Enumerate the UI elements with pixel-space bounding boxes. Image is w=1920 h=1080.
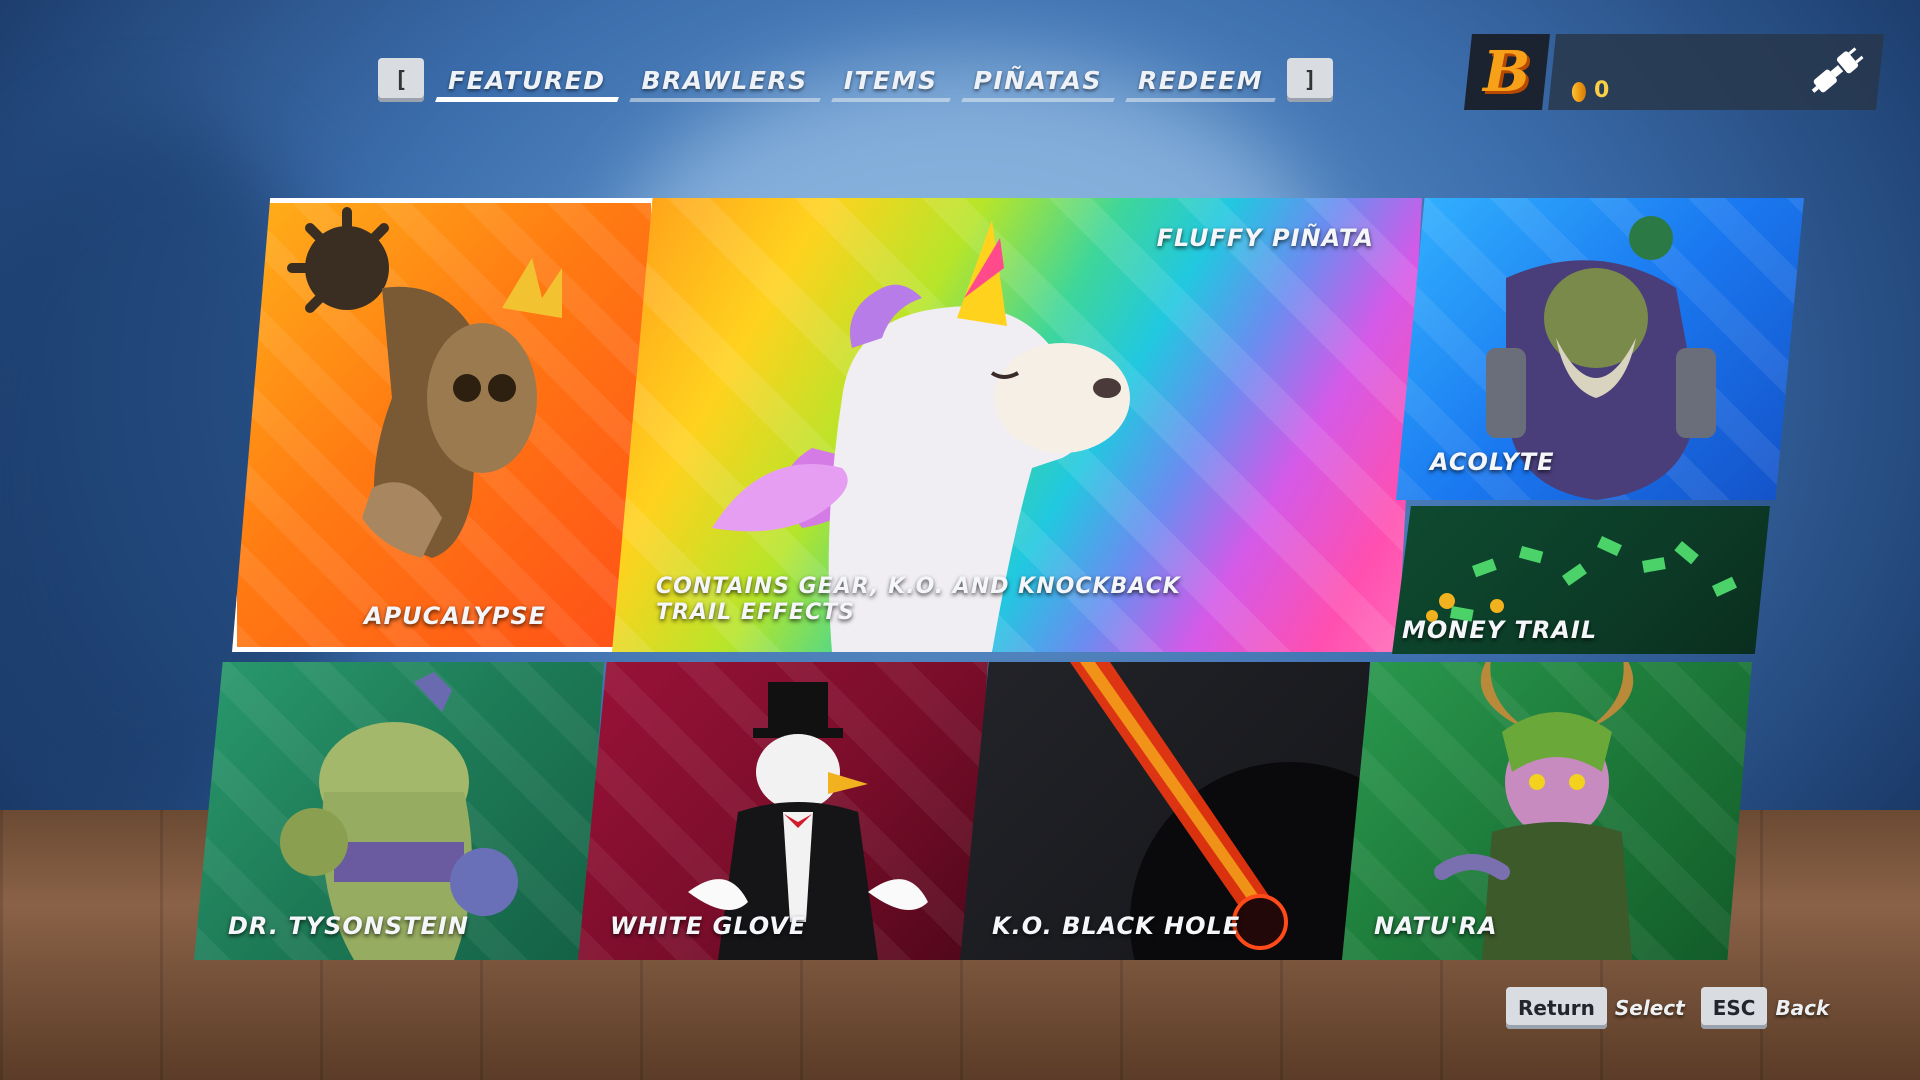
next-tab-button[interactable]: ]	[1287, 58, 1334, 102]
tab-items[interactable]: ITEMS	[826, 58, 956, 102]
plug-icon	[1811, 47, 1864, 93]
pinata-title: FLUFFY PIÑATA	[1156, 224, 1374, 252]
tile-label-apucalypse: APUCALYPSE	[364, 602, 547, 630]
tile-label-money-trail: MONEY TRAIL	[1402, 616, 1598, 644]
pinata-description-line1: CONTAINS GEAR, K.O. AND KNOCKBACK	[656, 574, 1181, 599]
tile-apucalypse[interactable]: APUCALYPSE	[232, 198, 656, 652]
tile-acolyte[interactable]: ACOLYTE	[1396, 198, 1804, 500]
tab-brawlers[interactable]: BRAWLERS	[624, 58, 826, 102]
tile-label-dr-tysonstein: DR. TYSONSTEIN	[228, 912, 469, 940]
tile-money-trail[interactable]: MONEY TRAIL	[1392, 506, 1770, 654]
currency-panel: B 0	[1464, 34, 1884, 110]
tile-label-acolyte: ACOLYTE	[1430, 448, 1555, 476]
tile-dr-tysonstein[interactable]: DR. TYSONSTEIN	[194, 662, 604, 960]
select-hint-label: Select	[1614, 996, 1685, 1020]
store-tab-bar: [ FEATURED BRAWLERS ITEMS PIÑATAS REDEEM…	[378, 58, 1334, 102]
prev-tab-button[interactable]: [	[378, 58, 424, 102]
tile-natura[interactable]: NATU'RA	[1342, 662, 1752, 960]
brawlhalla-b-logo-icon: B	[1483, 39, 1531, 105]
pinata-description-line2: TRAIL EFFECTS	[656, 600, 855, 625]
tile-white-glove[interactable]: WHITE GLOVE	[578, 662, 988, 960]
tab-featured[interactable]: FEATURED	[430, 58, 624, 102]
coin-amount: 0	[1594, 78, 1610, 103]
controls-hint-bar: Return Select ESC Back	[1506, 986, 1837, 1030]
coin-icon	[1571, 82, 1586, 102]
tile-fluffy-pinata[interactable]: FLUFFY PIÑATA CONTAINS GEAR, K.O. AND KN…	[612, 198, 1422, 652]
back-key-button[interactable]: ESC	[1700, 987, 1768, 1029]
brawlhalla-logo-box: B	[1464, 34, 1550, 110]
back-hint-label: Back	[1775, 996, 1830, 1020]
tile-label-white-glove: WHITE GLOVE	[610, 912, 807, 940]
tab-redeem[interactable]: REDEEM	[1120, 58, 1281, 102]
tab-pinatas[interactable]: PIÑATAS	[956, 58, 1120, 102]
tile-label-ko-black-hole: K.O. BLACK HOLE	[992, 912, 1241, 940]
select-key-button[interactable]: Return	[1506, 987, 1607, 1029]
coin-balance-box: 0	[1548, 34, 1884, 110]
tile-label-natura: NATU'RA	[1374, 912, 1498, 940]
tile-ko-black-hole[interactable]: K.O. BLACK HOLE	[960, 662, 1370, 960]
